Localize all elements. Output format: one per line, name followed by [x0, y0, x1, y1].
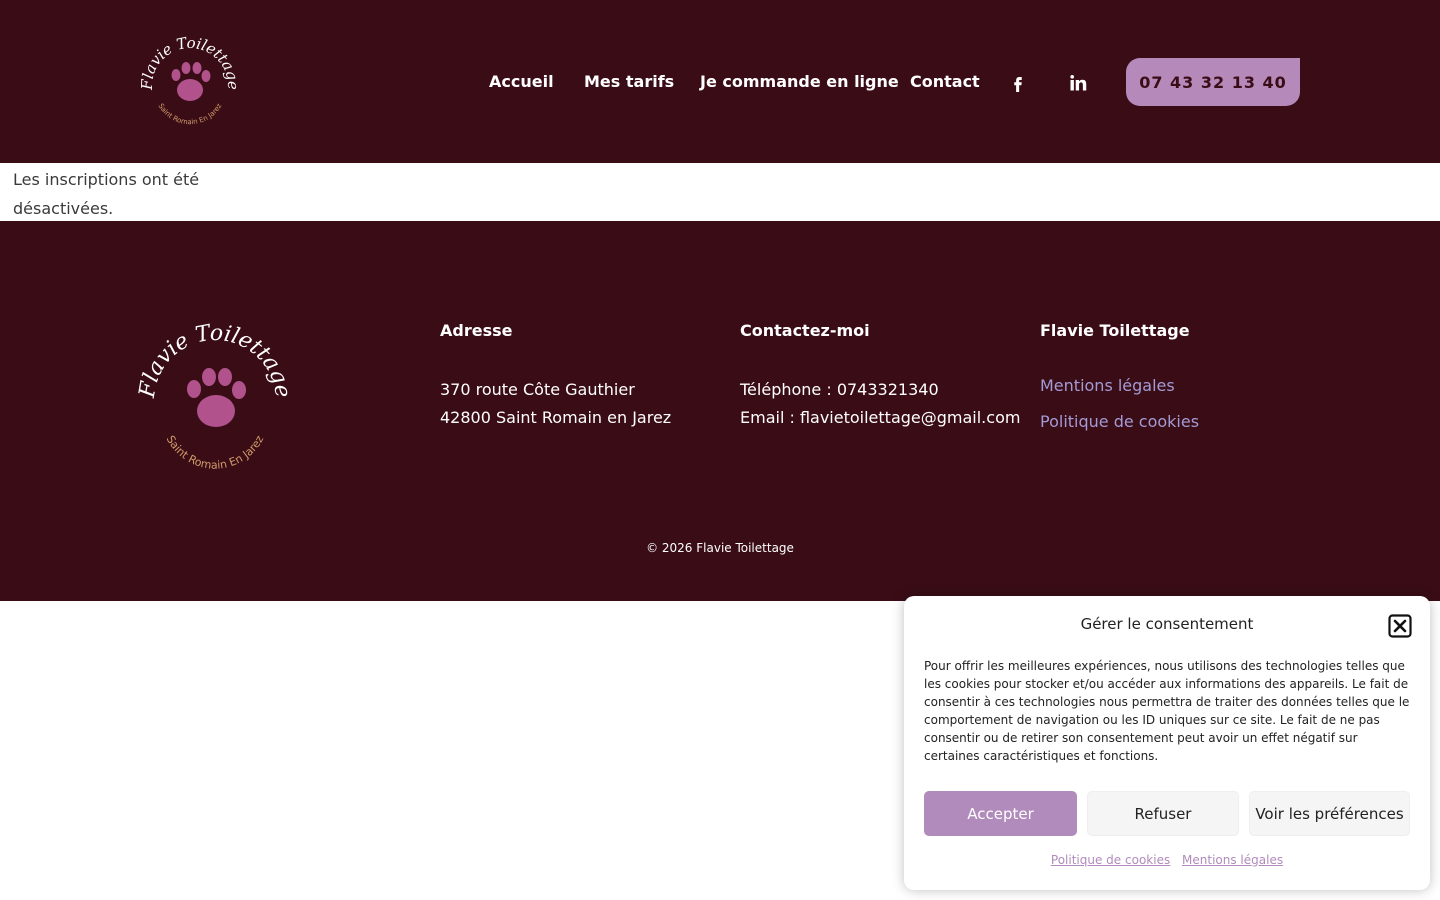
registration-disabled-notice: Les inscriptions ont été désactivées.: [13, 170, 200, 218]
footer-contact: Contactez-moi Téléphone : 0743321340 Ema…: [740, 321, 1020, 432]
refuse-button[interactable]: Refuser: [1087, 791, 1239, 836]
copyright: © 2026 Flavie Toilettage: [646, 541, 794, 555]
link-politique-cookies[interactable]: Politique de cookies: [1040, 404, 1199, 440]
site-header: Flavie Toilettage Saint Romain En Jarez …: [0, 0, 1440, 163]
footer-links: Flavie Toilettage Mentions légales Polit…: [1040, 321, 1199, 440]
address-line: 370 route Côte Gauthier: [440, 380, 635, 399]
nav-commande-en-ligne[interactable]: Je commande en ligne: [700, 72, 899, 91]
contact-email: Email : flavietoilettage@gmail.com: [740, 408, 1021, 427]
link-mentions-legales[interactable]: Mentions légales: [1040, 368, 1199, 404]
facebook-icon[interactable]: [1009, 74, 1027, 92]
nav-accueil[interactable]: Accueil: [489, 72, 554, 91]
preferences-button[interactable]: Voir les préférences: [1249, 791, 1410, 836]
contact-heading: Contactez-moi: [740, 321, 870, 340]
consent-link-mentions[interactable]: Mentions légales: [1182, 853, 1283, 867]
linkedin-icon[interactable]: [1069, 74, 1087, 92]
accept-button[interactable]: Accepter: [924, 791, 1077, 836]
brand-logo[interactable]: Flavie Toilettage Saint Romain En Jarez: [138, 30, 242, 134]
links-heading: Flavie Toilettage: [1040, 321, 1190, 340]
paw-icon: [187, 368, 246, 427]
nav-mes-tarifs[interactable]: Mes tarifs: [584, 72, 674, 91]
consent-links: Politique de cookies Mentions légales: [904, 853, 1430, 867]
address-heading: Adresse: [440, 321, 513, 340]
svg-text:Saint Romain En Jarez: Saint Romain En Jarez: [164, 433, 267, 472]
nav-contact[interactable]: Contact: [910, 72, 980, 91]
phone-button[interactable]: 07 43 32 13 40: [1126, 58, 1300, 106]
consent-link-cookies[interactable]: Politique de cookies: [1051, 853, 1170, 867]
close-icon[interactable]: [1388, 614, 1412, 638]
address-line: 42800 Saint Romain en Jarez: [440, 408, 672, 427]
footer-address: Adresse 370 route Côte Gauthier 42800 Sa…: [440, 321, 671, 432]
consent-title: Gérer le consentement: [1080, 615, 1254, 633]
svg-text:Flavie Toilettage: Flavie Toilettage: [138, 320, 292, 400]
contact-phone: Téléphone : 0743321340: [740, 380, 939, 399]
svg-text:Saint Romain En Jarez: Saint Romain En Jarez: [157, 102, 224, 126]
footer-brand-logo: Flavie Toilettage Saint Romain En Jarez: [138, 320, 292, 472]
paw-icon: [171, 62, 211, 101]
site-footer: Flavie Toilettage Saint Romain En Jarez …: [0, 221, 1440, 601]
consent-description: Pour offrir les meilleures expériences, …: [924, 659, 1410, 763]
cookie-consent-dialog: Gérer le consentement Pour offrir les me…: [904, 596, 1430, 890]
